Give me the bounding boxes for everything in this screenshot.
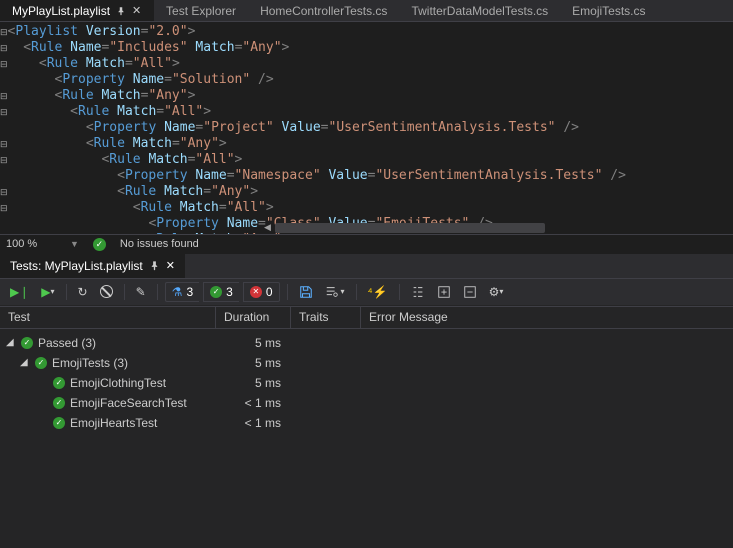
close-icon[interactable]: ✕ <box>132 4 142 17</box>
test-duration: < 1 ms <box>216 396 291 410</box>
tab-testexplorer[interactable]: Test Explorer <box>154 0 248 21</box>
test-name: EmojiHeartsTest <box>70 416 157 430</box>
col-traits[interactable]: Traits <box>291 307 361 328</box>
test-row[interactable]: ◢ ✓ EmojiTests (3) 5 ms <box>0 353 733 373</box>
col-error[interactable]: Error Message <box>361 307 733 328</box>
collapse-button[interactable] <box>459 283 481 301</box>
passed-count-pill[interactable]: ✓ 3 <box>203 282 239 302</box>
test-toolbar: ▶❘ ▶ ▾ ↻ ✎ ⚗ 3 ✓ 3 ✕ 0 ▾ ⁴⚡ ⚙ ▾ <box>0 278 733 306</box>
code-content[interactable]: <Playlist Version="2.0"> <Rule Name="Inc… <box>8 22 733 234</box>
save-button[interactable] <box>295 283 317 301</box>
test-duration: 5 ms <box>216 336 291 350</box>
run-all-button[interactable]: ▶❘ <box>6 283 33 301</box>
code-line[interactable]: <Rule Match="Any"> <box>8 88 733 104</box>
code-line[interactable]: <Rule Match="All"> <box>8 152 733 168</box>
pass-icon: ✓ <box>21 337 33 349</box>
test-duration: 5 ms <box>216 376 291 390</box>
fold-toggle <box>0 120 8 136</box>
tab-homecontroller[interactable]: HomeControllerTests.cs <box>248 0 399 21</box>
pass-icon: ✓ <box>53 377 65 389</box>
flask-icon: ⚗ <box>172 285 183 299</box>
editor-tab-strip: MyPlayList.playlist ✕ Test Explorer Home… <box>0 0 733 22</box>
test-tree: ◢ ✓ Passed (3) 5 ms ◢ ✓ EmojiTests (3) 5 ms ✓ Emo… <box>0 329 733 548</box>
editor-statusbar: 100 % ▼ ✓ No issues found <box>0 234 733 254</box>
code-line[interactable]: <Rule Name="Includes" Match="Any"> <box>8 40 733 56</box>
fold-toggle <box>0 72 8 88</box>
pin-icon <box>116 6 126 16</box>
repeat-button[interactable]: ↻ <box>74 283 92 301</box>
code-line[interactable]: <Rule Match="Any"> <box>8 136 733 152</box>
test-duration: 5 ms <box>216 356 291 370</box>
tab-label: MyPlayList.playlist <box>12 4 110 18</box>
flash-button[interactable]: ⁴⚡ <box>364 283 392 301</box>
total-count-pill[interactable]: ⚗ 3 <box>165 282 199 302</box>
code-line[interactable]: <Property Name="Project" Value="UserSent… <box>8 120 733 136</box>
test-name: EmojiClothingTest <box>70 376 166 390</box>
expand-caret[interactable]: ◢ <box>6 337 16 348</box>
settings-button[interactable]: ⚙ ▾ <box>485 283 508 301</box>
fold-toggle <box>0 168 8 184</box>
fold-toggle[interactable]: ⊟ <box>0 88 8 104</box>
pass-icon: ✓ <box>53 417 65 429</box>
test-header-row: Test Duration Traits Error Message <box>0 306 733 329</box>
edit-button[interactable]: ✎ <box>132 283 150 301</box>
tests-tab[interactable]: Tests: MyPlayList.playlist ✕ <box>0 254 185 278</box>
fold-toggle[interactable]: ⊟ <box>0 56 8 72</box>
zoom-dropdown-icon[interactable]: ▼ <box>70 239 79 249</box>
test-duration: < 1 ms <box>216 416 291 430</box>
code-line[interactable]: <Rule Match="All"> <box>8 56 733 72</box>
fold-toggle <box>0 216 8 232</box>
run-button[interactable]: ▶ ▾ <box>37 283 58 301</box>
code-line[interactable]: <Rule Match="All"> <box>8 104 733 120</box>
cancel-button[interactable] <box>96 283 117 300</box>
code-line[interactable]: <Rule Match="Any"> <box>8 184 733 200</box>
fold-toggle[interactable]: ⊟ <box>0 152 8 168</box>
test-name: EmojiFaceSearchTest <box>70 396 187 410</box>
fail-icon: ✕ <box>250 286 262 298</box>
col-duration[interactable]: Duration <box>216 307 291 328</box>
zoom-level[interactable]: 100 % <box>6 238 56 250</box>
expand-caret[interactable]: ◢ <box>20 357 30 368</box>
code-line[interactable]: <Property Name="Namespace" Value="UserSe… <box>8 168 733 184</box>
fold-toggle[interactable]: ⊟ <box>0 200 8 216</box>
test-row[interactable]: ✓ EmojiFaceSearchTest < 1 ms <box>0 393 733 413</box>
failed-count-pill[interactable]: ✕ 0 <box>243 282 280 302</box>
test-name: Passed (3) <box>38 336 96 350</box>
test-row[interactable]: ✓ EmojiHeartsTest < 1 ms <box>0 413 733 433</box>
fold-toggle[interactable]: ⊟ <box>0 40 8 56</box>
check-ok-icon: ✓ <box>93 238 106 251</box>
fold-toggle[interactable]: ⊟ <box>0 184 8 200</box>
code-editor[interactable]: ⊟⊟⊟⊟⊟⊟⊟⊟⊟⊟⊟⊟ <Playlist Version="2.0"> <R… <box>0 22 733 234</box>
pin-icon <box>149 260 160 271</box>
horizontal-scrollbar[interactable]: ◀ <box>260 222 733 234</box>
tab-emojitests[interactable]: EmojiTests.cs <box>560 0 657 21</box>
code-line[interactable]: <Property Name="Solution" /> <box>8 72 733 88</box>
col-test[interactable]: Test <box>0 307 216 328</box>
groupby-button[interactable] <box>407 283 429 301</box>
fold-toggle[interactable]: ⊟ <box>0 104 8 120</box>
fold-toggle[interactable]: ⊟ <box>0 24 8 40</box>
code-line[interactable]: <Rule Match="All"> <box>8 200 733 216</box>
fold-toggle[interactable]: ⊟ <box>0 232 8 234</box>
pass-icon: ✓ <box>35 357 47 369</box>
test-name: EmojiTests (3) <box>52 356 128 370</box>
scrollbar-thumb[interactable] <box>275 223 545 233</box>
close-icon[interactable]: ✕ <box>166 259 175 272</box>
fold-toggle[interactable]: ⊟ <box>0 136 8 152</box>
code-line[interactable]: <Playlist Version="2.0"> <box>8 24 733 40</box>
tab-twitterdata[interactable]: TwitterDataModelTests.cs <box>399 0 560 21</box>
fold-gutter: ⊟⊟⊟⊟⊟⊟⊟⊟⊟⊟⊟⊟ <box>0 22 8 234</box>
tab-playlist[interactable]: MyPlayList.playlist ✕ <box>0 0 154 21</box>
issues-label: No issues found <box>120 238 199 250</box>
test-row[interactable]: ◢ ✓ Passed (3) 5 ms <box>0 333 733 353</box>
pass-icon: ✓ <box>210 286 222 298</box>
testpanel-tabstrip: Tests: MyPlayList.playlist ✕ <box>0 254 733 278</box>
playlist-button[interactable]: ▾ <box>321 283 349 301</box>
expand-button[interactable] <box>433 283 455 301</box>
test-row[interactable]: ✓ EmojiClothingTest 5 ms <box>0 373 733 393</box>
pass-icon: ✓ <box>53 397 65 409</box>
